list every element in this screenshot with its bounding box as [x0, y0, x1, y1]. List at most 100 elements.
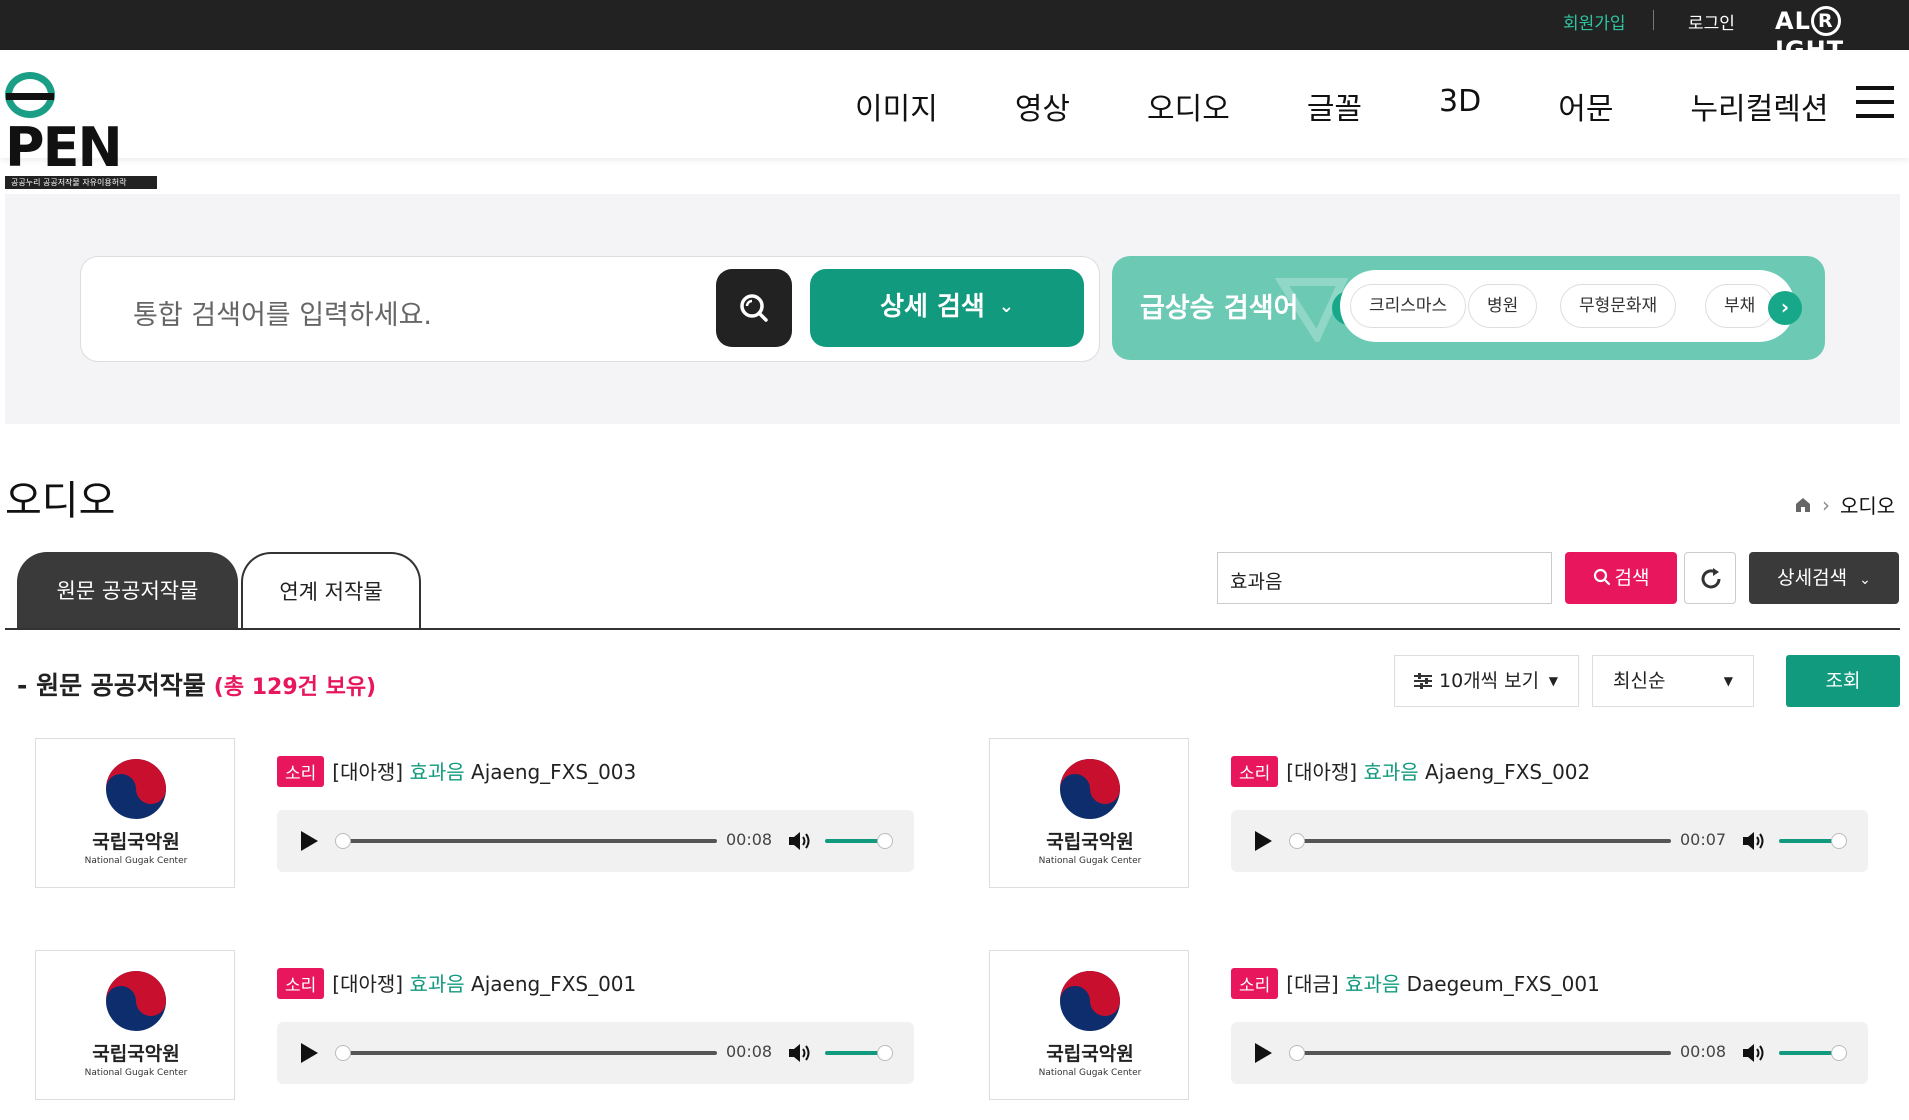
trending-keyword[interactable]: 무형문화재	[1560, 284, 1677, 328]
volume-icon[interactable]	[1741, 1041, 1767, 1065]
play-icon[interactable]	[301, 831, 318, 851]
nav-item-font[interactable]: 글꼴	[1307, 84, 1362, 128]
breadcrumb: › 오디오	[1794, 490, 1895, 519]
home-icon[interactable]	[1794, 496, 1812, 514]
seek-bar[interactable]	[1296, 839, 1671, 843]
global-search-button[interactable]	[716, 269, 792, 347]
volume-icon[interactable]	[787, 1041, 813, 1065]
play-icon[interactable]	[1255, 1043, 1272, 1063]
taegeuk-emblem-icon	[106, 971, 166, 1031]
seek-bar[interactable]	[342, 1051, 717, 1055]
global-search-input[interactable]: 통합 검색어를 입력하세요.	[133, 293, 432, 332]
tab-underline	[5, 628, 1900, 630]
signup-link[interactable]: 회원가입	[1563, 9, 1626, 34]
duration: 00:07	[1680, 830, 1727, 849]
item-keyword: 효과음	[409, 972, 465, 996]
nav-item-nuri-collection[interactable]: 누리컬렉션	[1690, 84, 1828, 128]
nav-item-language[interactable]: 어문	[1558, 84, 1613, 128]
volume-icon[interactable]	[1741, 829, 1767, 853]
type-badge: 소리	[1231, 756, 1279, 787]
org-name: 국립국악원	[92, 1043, 180, 1065]
sort-select[interactable]: 최신순 ▼	[1592, 655, 1754, 707]
filter-search-input[interactable]: 효과음	[1217, 552, 1552, 604]
item-title[interactable]: 소리 [대아쟁] 효과음 Ajaeng_FXS_003	[277, 756, 636, 787]
volume-slider[interactable]	[1779, 1051, 1839, 1055]
item-thumbnail[interactable]: 국립국악원 National Gugak Center	[989, 738, 1189, 888]
divider	[1653, 10, 1654, 30]
advanced-search-button[interactable]: 상세검색 ⌄	[1749, 552, 1899, 604]
taegeuk-emblem-icon	[1060, 759, 1120, 819]
trending-keyword[interactable]: 부채	[1705, 284, 1775, 328]
audio-player: 00:07	[1231, 810, 1868, 872]
item-keyword: 효과음	[1345, 972, 1401, 996]
volume-slider[interactable]	[825, 839, 885, 843]
seek-handle[interactable]	[1289, 1045, 1305, 1061]
item-keyword: 효과음	[409, 760, 465, 784]
seek-handle[interactable]	[335, 1045, 351, 1061]
item-category: [대아쟁]	[1286, 760, 1358, 784]
item-title[interactable]: 소리 [대금] 효과음 Daegeum_FXS_001	[1231, 968, 1600, 999]
open-logo[interactable]: PEN 공공누리 공공저작물 자유이용허락	[5, 70, 160, 189]
trending-keyword-list: 크리스마스 병원 무형문화재 부채	[1340, 270, 1795, 342]
filter-search-button[interactable]: 검색	[1565, 552, 1677, 604]
tab-original-works[interactable]: 원문 공공저작물	[17, 552, 238, 630]
alright-logo-prefix: AL	[1775, 7, 1811, 35]
item-title[interactable]: 소리 [대아쟁] 효과음 Ajaeng_FXS_001	[277, 968, 636, 999]
volume-handle[interactable]	[1831, 833, 1847, 849]
nav-item-video[interactable]: 영상	[1015, 84, 1070, 128]
item-name: Ajaeng_FXS_003	[471, 760, 637, 784]
item-title[interactable]: 소리 [대아쟁] 효과음 Ajaeng_FXS_002	[1231, 756, 1590, 787]
volume-slider[interactable]	[825, 1051, 885, 1055]
main-nav: 이미지 영상 오디오 글꼴 3D 어문 누리컬렉션	[855, 84, 1828, 128]
taegeuk-emblem-icon	[106, 759, 166, 819]
item-category: [대아쟁]	[332, 972, 404, 996]
open-logo-o-mark	[5, 72, 55, 118]
item-category: [대아쟁]	[332, 760, 404, 784]
seek-handle[interactable]	[335, 833, 351, 849]
nav-item-3d[interactable]: 3D	[1439, 84, 1481, 128]
volume-slider[interactable]	[1779, 839, 1839, 843]
seek-handle[interactable]	[1289, 833, 1305, 849]
chevron-right-icon[interactable]: ›	[1768, 291, 1802, 325]
play-icon[interactable]	[301, 1043, 318, 1063]
view-button[interactable]: 조회	[1786, 655, 1900, 707]
list-item: 국립국악원 National Gugak Center 소리 [대아쟁] 효과음 …	[35, 738, 975, 908]
nav-item-image[interactable]: 이미지	[855, 84, 938, 128]
item-thumbnail[interactable]: 국립국악원 National Gugak Center	[35, 738, 235, 888]
org-name-en: National Gugak Center	[1038, 856, 1142, 866]
page-title: 오디오	[5, 478, 116, 524]
main-header: PEN 공공누리 공공저작물 자유이용허락 이미지 영상 오디오 글꼴 3D 어…	[0, 50, 1909, 189]
trending-keyword[interactable]: 병원	[1468, 284, 1538, 328]
seek-bar[interactable]	[342, 839, 717, 843]
nav-item-audio[interactable]: 오디오	[1147, 84, 1230, 128]
volume-icon[interactable]	[787, 829, 813, 853]
detail-search-button[interactable]: 상세 검색 ⌄	[810, 269, 1084, 347]
menu-icon[interactable]	[1856, 86, 1894, 120]
type-badge: 소리	[277, 756, 325, 787]
result-count: (총 129건 보유)	[213, 675, 377, 700]
refresh-icon	[1701, 568, 1721, 589]
duration: 00:08	[726, 1042, 773, 1061]
per-page-select[interactable]: 10개씩 보기 ▼	[1394, 655, 1579, 707]
list-item: 국립국악원 National Gugak Center 소리 [대금] 효과음 D…	[989, 950, 1909, 1120]
trending-keywords-panel: 급상승 검색어 ‹ 크리스마스 병원 무형문화재 부채 ›	[1112, 256, 1825, 360]
item-thumbnail[interactable]: 국립국악원 National Gugak Center	[989, 950, 1189, 1100]
volume-handle[interactable]	[1831, 1045, 1847, 1061]
chevron-down-icon: ⌄	[998, 296, 1014, 317]
volume-handle[interactable]	[877, 833, 893, 849]
seek-bar[interactable]	[1296, 1051, 1671, 1055]
duration: 00:08	[726, 830, 773, 849]
item-thumbnail[interactable]: 국립국악원 National Gugak Center	[35, 950, 235, 1100]
org-name: 국립국악원	[1046, 831, 1134, 853]
volume-handle[interactable]	[877, 1045, 893, 1061]
advanced-search-label: 상세검색	[1777, 567, 1848, 589]
play-icon[interactable]	[1255, 831, 1272, 851]
sliders-icon	[1414, 673, 1432, 689]
taegeuk-emblem-icon	[1060, 971, 1120, 1031]
tab-linked-works[interactable]: 연계 저작물	[241, 552, 421, 630]
login-link[interactable]: 로그인	[1688, 9, 1735, 34]
trending-keyword[interactable]: 크리스마스	[1350, 284, 1467, 328]
org-name: 국립국악원	[1046, 1043, 1134, 1065]
type-badge: 소리	[1231, 968, 1279, 999]
reset-button[interactable]	[1684, 552, 1736, 604]
